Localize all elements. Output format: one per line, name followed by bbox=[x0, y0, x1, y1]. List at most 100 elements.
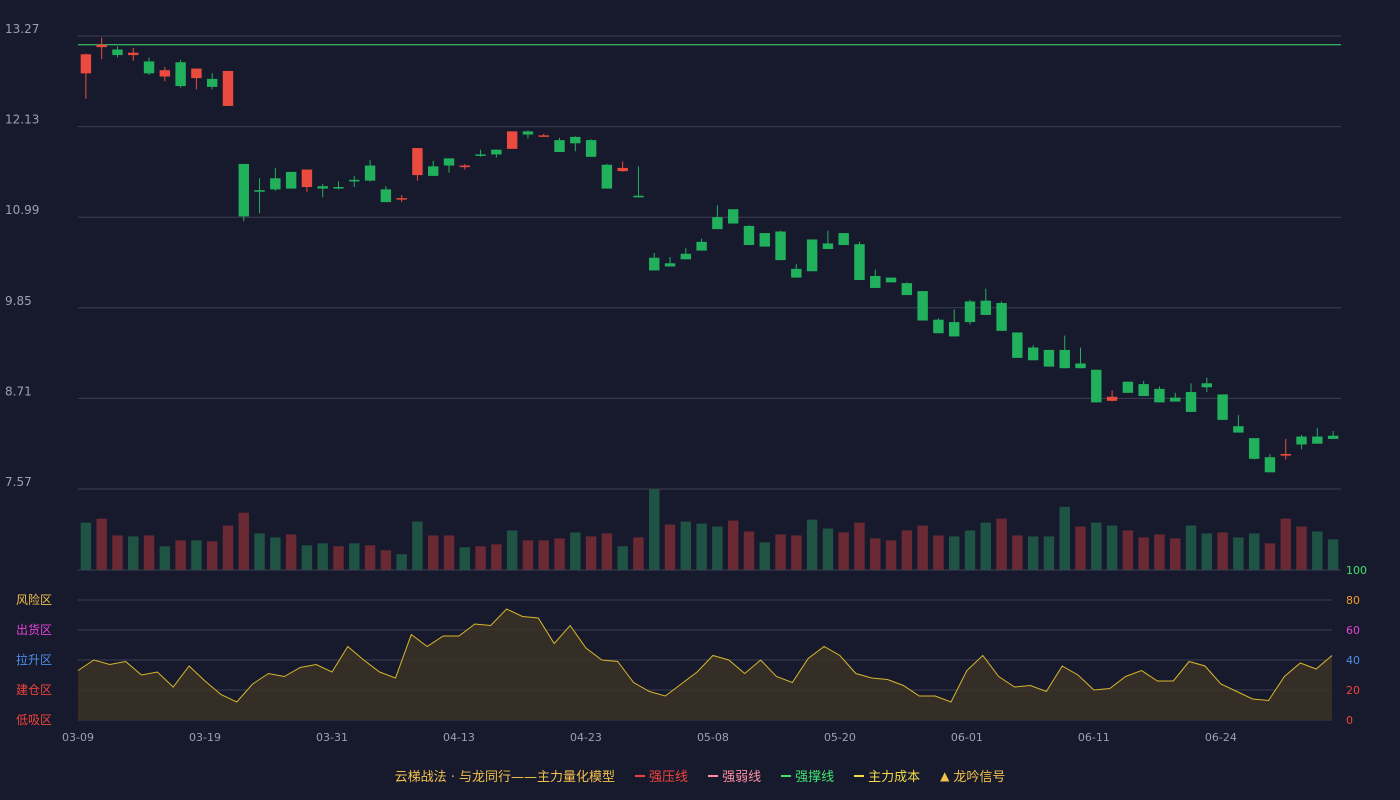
candle-body bbox=[1201, 383, 1213, 388]
volume-bar bbox=[712, 526, 723, 570]
candle-body bbox=[775, 231, 786, 261]
dashed-line-icon bbox=[854, 774, 865, 777]
candle-body bbox=[1233, 426, 1244, 433]
candle-body bbox=[491, 149, 502, 155]
volume-bar bbox=[1264, 543, 1276, 570]
candle-body bbox=[191, 68, 202, 79]
candle-body bbox=[1185, 392, 1197, 412]
candle-body bbox=[285, 171, 297, 189]
volume-bar bbox=[759, 542, 770, 570]
triangle-icon: ▲ bbox=[940, 768, 950, 783]
volume-bar bbox=[901, 530, 913, 570]
volume-bar bbox=[206, 541, 218, 570]
volume-bar bbox=[428, 535, 439, 570]
volume-bar bbox=[285, 534, 297, 570]
volume-bar bbox=[238, 512, 249, 570]
candle-body bbox=[506, 131, 518, 149]
legend-item-main-cost[interactable]: 主力成本 bbox=[854, 766, 920, 785]
candle-body bbox=[1027, 347, 1039, 361]
volume-bar bbox=[1185, 525, 1197, 570]
volume-bar bbox=[1327, 539, 1339, 570]
candle-body bbox=[1296, 436, 1307, 445]
candle-body bbox=[885, 277, 897, 283]
candle-body bbox=[128, 52, 139, 56]
volume-bar bbox=[1106, 525, 1118, 570]
candle-body bbox=[1280, 454, 1291, 456]
volume-bar bbox=[412, 521, 423, 570]
volume-bar bbox=[1122, 530, 1134, 570]
candle-body bbox=[822, 243, 834, 249]
volume-bar bbox=[791, 535, 802, 570]
volume-bar bbox=[775, 534, 786, 570]
candle-body bbox=[1122, 381, 1134, 393]
volume-bar bbox=[964, 530, 976, 570]
candle-body bbox=[349, 179, 360, 182]
volume-bar bbox=[570, 532, 581, 570]
indicator-tick-label: 100 bbox=[1346, 564, 1367, 577]
volume-bar bbox=[1027, 536, 1039, 570]
volume-bar bbox=[317, 543, 328, 570]
candle-body bbox=[317, 186, 328, 189]
price-tick-label: 8.71 bbox=[5, 384, 32, 398]
candlestick-chart: 13.27 12.13 10.99 9.85 8.71 7.57 风险区出货区拉升区建仓区低… bbox=[5, 22, 1367, 744]
volume-bar bbox=[601, 533, 613, 570]
volume-bar bbox=[822, 528, 834, 570]
candle-body bbox=[1170, 397, 1181, 402]
legend-item-strong-resistance[interactable]: 强压线 bbox=[635, 766, 688, 785]
solid-line-icon bbox=[781, 774, 792, 777]
candle-body bbox=[159, 70, 171, 77]
volume-bar bbox=[1233, 537, 1244, 570]
volume-bar bbox=[1201, 533, 1213, 570]
volume-bar bbox=[301, 545, 313, 570]
candle-body bbox=[1106, 396, 1118, 401]
volume-bar bbox=[254, 533, 265, 570]
legend-item-dragon-signal[interactable]: ▲ 龙吟信号 bbox=[940, 766, 1005, 786]
volume-bar bbox=[1075, 526, 1086, 570]
candle-body bbox=[538, 135, 549, 137]
candle-body bbox=[96, 44, 107, 48]
candle-body bbox=[112, 49, 123, 56]
candle-body bbox=[838, 233, 849, 246]
volume-bar bbox=[870, 538, 881, 570]
candle-body bbox=[222, 70, 234, 106]
date-tick-label: 03-31 bbox=[316, 731, 348, 744]
candle-body bbox=[1043, 349, 1055, 367]
candle-body bbox=[917, 291, 928, 321]
volume-bar bbox=[364, 545, 376, 570]
candle-body bbox=[806, 239, 818, 272]
candle-body bbox=[206, 78, 218, 87]
candle-body bbox=[1327, 435, 1339, 439]
volume-bar bbox=[475, 546, 486, 570]
candle-body bbox=[617, 167, 628, 172]
candle-body bbox=[301, 169, 313, 187]
candle-body bbox=[870, 276, 881, 288]
volume-bar bbox=[649, 489, 660, 570]
volume-bar bbox=[159, 546, 171, 570]
volume-bar bbox=[854, 522, 865, 570]
volume-bar bbox=[143, 535, 155, 570]
date-tick-label: 05-08 bbox=[697, 731, 729, 744]
volume-bar bbox=[128, 536, 139, 570]
volume-bar bbox=[491, 544, 502, 570]
date-tick-label: 06-24 bbox=[1205, 731, 1237, 744]
zone-label: 风险区 bbox=[16, 592, 52, 607]
volume-bar bbox=[633, 537, 644, 570]
volume-bar bbox=[1170, 538, 1181, 570]
date-tick-label: 05-20 bbox=[824, 731, 856, 744]
candle-body bbox=[664, 263, 676, 267]
volume-bar bbox=[933, 535, 944, 570]
legend-item-strong-support[interactable]: 强撑线 bbox=[781, 766, 834, 785]
candle-body bbox=[412, 148, 423, 176]
date-tick-label: 03-09 bbox=[62, 731, 94, 744]
volume-bar bbox=[948, 536, 960, 570]
volume-bar bbox=[585, 536, 597, 570]
legend-item-strength-line[interactable]: 强弱线 bbox=[708, 766, 761, 785]
candle-body bbox=[80, 54, 92, 74]
candle-body bbox=[854, 244, 865, 280]
candle-body bbox=[1312, 436, 1323, 444]
volume-bar bbox=[191, 540, 202, 570]
solid-line-icon bbox=[635, 774, 646, 777]
volume-bar bbox=[980, 522, 991, 570]
volume-bar bbox=[885, 540, 897, 570]
volume-bar bbox=[349, 543, 360, 570]
